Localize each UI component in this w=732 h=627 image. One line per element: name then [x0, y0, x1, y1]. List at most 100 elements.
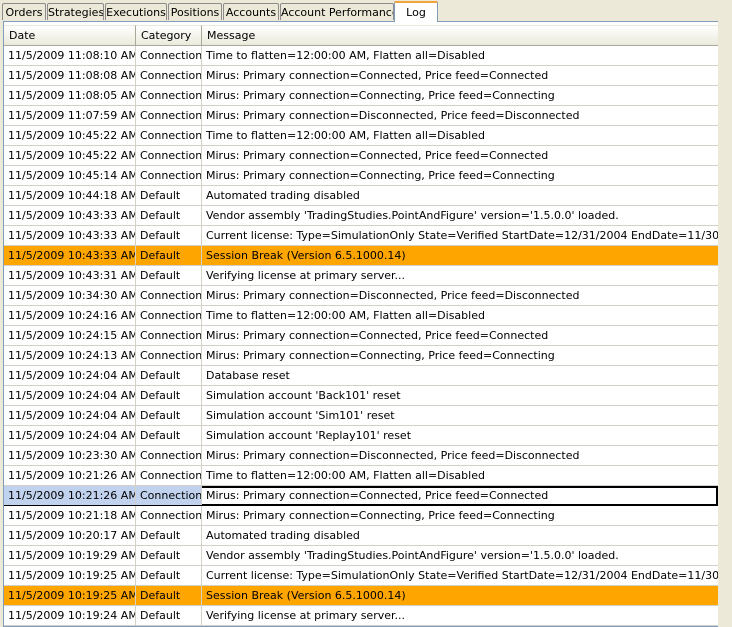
cell-date: 11/5/2009 10:43:33 AM: [4, 226, 136, 245]
table-row[interactable]: 11/5/2009 10:19:25 AM Default Current lice…: [4, 566, 718, 586]
right-gutter: [718, 21, 732, 627]
column-header-message[interactable]: Message: [202, 25, 718, 45]
cell-message: Mirus: Primary connection=Connected, Pri…: [206, 489, 549, 502]
table-row[interactable]: 11/5/2009 11:07:59 AM Connection Mirus: Pr…: [4, 106, 718, 126]
tab-accounts[interactable]: Accounts: [223, 3, 279, 20]
cell-message: Simulation account 'Sim101' reset: [206, 409, 395, 422]
cell-category: Default: [136, 566, 202, 585]
cell-message: Time to flatten=12:00:00 AM, Flatten all…: [206, 49, 485, 62]
cell-date: 11/5/2009 10:24:04 AM: [4, 406, 136, 425]
table-row[interactable]: 11/5/2009 11:08:05 AM Connection Mirus: Pr…: [4, 86, 718, 106]
cell-date: 11/5/2009 10:19:25 AM: [4, 566, 136, 585]
cell-message: Mirus: Primary connection=Connecting, Pr…: [206, 169, 555, 182]
column-header-category[interactable]: Category: [136, 25, 202, 45]
table-row[interactable]: 11/5/2009 10:24:04 AM Default Simulation a…: [4, 426, 718, 446]
cell-category: Connection: [136, 166, 202, 185]
cell-message: Mirus: Primary connection=Connecting, Pr…: [206, 509, 555, 522]
tab-log[interactable]: Log: [394, 1, 438, 22]
table-row[interactable]: 11/5/2009 10:21:26 AM Connection Mirus: Pr…: [4, 486, 718, 506]
cell-date: 11/5/2009 10:21:26 AM: [4, 466, 136, 485]
cell-message: Time to flatten=12:00:00 AM, Flatten all…: [206, 469, 485, 482]
cell-date: 11/5/2009 10:43:31 AM: [4, 266, 136, 285]
cell-message: Mirus: Primary connection=Disconnected, …: [206, 289, 580, 302]
cell-date: 11/5/2009 10:45:14 AM: [4, 166, 136, 185]
table-row[interactable]: 11/5/2009 10:20:17 AM Default Automated tr…: [4, 526, 718, 546]
cell-category: Connection: [136, 486, 202, 505]
cell-message: Mirus: Primary connection=Connecting, Pr…: [206, 349, 555, 362]
cell-category: Connection: [136, 66, 202, 85]
table-row[interactable]: 11/5/2009 10:45:14 AM Connection Mirus: Pr…: [4, 166, 718, 186]
table-row[interactable]: 11/5/2009 10:24:15 AM Connection Mirus: Pr…: [4, 326, 718, 346]
cell-date: 11/5/2009 10:21:18 AM: [4, 506, 136, 525]
table-row[interactable]: 11/5/2009 10:43:33 AM Default Current lice…: [4, 226, 718, 246]
table-row[interactable]: 11/5/2009 10:19:29 AM Default Vendor assem…: [4, 546, 718, 566]
cell-message: Session Break (Version 6.5.1000.14): [206, 589, 406, 602]
cell-message: Verifying license at primary server...: [206, 609, 406, 622]
table-row[interactable]: 11/5/2009 10:43:33 AM Default Session Brea…: [4, 246, 718, 266]
cell-category: Connection: [136, 126, 202, 145]
table-row[interactable]: 11/5/2009 10:44:18 AM Default Automated tr…: [4, 186, 718, 206]
tab-positions[interactable]: Positions: [168, 3, 222, 20]
tab-orders[interactable]: Orders: [2, 3, 46, 20]
cell-category: Default: [136, 426, 202, 445]
cell-category: Default: [136, 386, 202, 405]
table-row[interactable]: 11/5/2009 11:08:10 AM Connection Time to f…: [4, 46, 718, 66]
tab-executions[interactable]: Executions: [105, 3, 167, 20]
table-row[interactable]: 11/5/2009 10:24:13 AM Connection Mirus: Pr…: [4, 346, 718, 366]
table-row[interactable]: 11/5/2009 10:43:31 AM Default Verifying li…: [4, 266, 718, 286]
cell-message: Vendor assembly 'TradingStudies.PointAnd…: [206, 209, 619, 222]
cell-date: 11/5/2009 10:19:29 AM: [4, 546, 136, 565]
column-header-date[interactable]: Date: [4, 25, 136, 45]
table-row[interactable]: 11/5/2009 10:24:16 AM Connection Time to f…: [4, 306, 718, 326]
cell-category: Connection: [136, 286, 202, 305]
cell-message: Automated trading disabled: [206, 189, 360, 202]
cell-message: Database reset: [206, 369, 290, 382]
cell-date: 11/5/2009 10:24:04 AM: [4, 366, 136, 385]
cell-date: 11/5/2009 11:08:05 AM: [4, 86, 136, 105]
cell-message: Session Break (Version 6.5.1000.14): [206, 249, 406, 262]
cell-category: Default: [136, 586, 202, 605]
cell-category: Connection: [136, 46, 202, 65]
cell-date: 11/5/2009 10:43:33 AM: [4, 246, 136, 265]
cell-category: Connection: [136, 506, 202, 525]
table-row[interactable]: 11/5/2009 10:43:33 AM Default Vendor assem…: [4, 206, 718, 226]
cell-date: 11/5/2009 10:21:26 AM: [4, 486, 136, 505]
table-row[interactable]: 11/5/2009 10:19:24 AM Default Verifying li…: [4, 606, 718, 626]
cell-message: Time to flatten=12:00:00 AM, Flatten all…: [206, 129, 485, 142]
table-row[interactable]: 11/5/2009 10:24:04 AM Default Simulation a…: [4, 386, 718, 406]
tab-strategies[interactable]: Strategies: [47, 3, 104, 20]
cell-category: Default: [136, 266, 202, 285]
table-row[interactable]: 11/5/2009 10:45:22 AM Connection Time to f…: [4, 126, 718, 146]
table-row[interactable]: 11/5/2009 11:08:08 AM Connection Mirus: Pr…: [4, 66, 718, 86]
table-row[interactable]: 11/5/2009 10:34:30 AM Connection Mirus: Pr…: [4, 286, 718, 306]
cell-message: Simulation account 'Back101' reset: [206, 389, 401, 402]
cell-category: Default: [136, 226, 202, 245]
table-row[interactable]: 11/5/2009 10:24:04 AM Default Simulation a…: [4, 406, 718, 426]
cell-date: 11/5/2009 10:19:25 AM: [4, 586, 136, 605]
table-row[interactable]: 11/5/2009 10:24:04 AM Default Database res…: [4, 366, 718, 386]
tab-account-performance[interactable]: Account Performance: [280, 3, 394, 20]
cell-date: 11/5/2009 10:44:18 AM: [4, 186, 136, 205]
cell-category: Default: [136, 186, 202, 205]
cell-category: Connection: [136, 146, 202, 165]
cell-message: Current license: Type=SimulationOnly Sta…: [206, 569, 718, 582]
table-row[interactable]: 11/5/2009 10:23:30 AM Connection Mirus: Pr…: [4, 446, 718, 466]
cell-date: 11/5/2009 10:24:16 AM: [4, 306, 136, 325]
table-row[interactable]: 11/5/2009 10:21:26 AM Connection Time to f…: [4, 466, 718, 486]
cell-date: 11/5/2009 10:34:30 AM: [4, 286, 136, 305]
table-row[interactable]: 11/5/2009 10:21:18 AM Connection Mirus: Pr…: [4, 506, 718, 526]
cell-date: 11/5/2009 10:19:24 AM: [4, 606, 136, 625]
cell-category: Default: [136, 546, 202, 565]
cell-message: Automated trading disabled: [206, 529, 360, 542]
cell-date: 11/5/2009 11:08:10 AM: [4, 46, 136, 65]
cell-category: Default: [136, 606, 202, 625]
cell-message: Mirus: Primary connection=Connecting, Pr…: [206, 89, 555, 102]
cell-category: Default: [136, 246, 202, 265]
tab-bar: Orders Strategies Executions Positions A…: [0, 0, 732, 22]
cell-category: Connection: [136, 106, 202, 125]
cell-message: Current license: Type=SimulationOnly Sta…: [206, 229, 718, 242]
table-row[interactable]: 11/5/2009 10:45:22 AM Connection Mirus: Pr…: [4, 146, 718, 166]
cell-message: Mirus: Primary connection=Connected, Pri…: [206, 149, 549, 162]
table-row[interactable]: 11/5/2009 10:19:25 AM Default Session Brea…: [4, 586, 718, 606]
cell-category: Connection: [136, 446, 202, 465]
